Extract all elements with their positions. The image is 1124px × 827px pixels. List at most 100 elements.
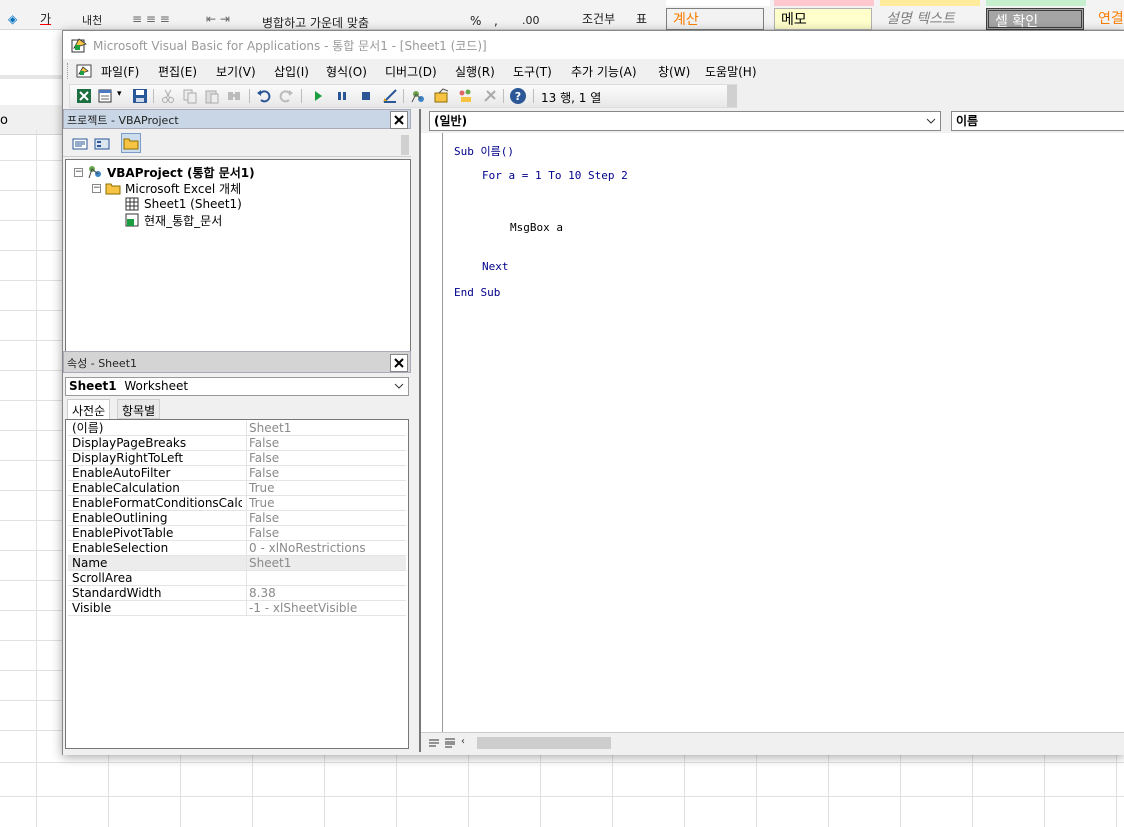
code-line[interactable]: Next [482, 260, 509, 273]
property-row[interactable]: ScrollArea [68, 571, 406, 586]
menu-run[interactable]: 실행(R) [455, 63, 495, 80]
property-row[interactable]: Name Sheet1 [68, 556, 406, 571]
procedure-combo[interactable]: 이름 [951, 111, 1124, 131]
properties-pane-header[interactable]: 속성 - Sheet1 [63, 351, 411, 373]
property-value[interactable]: Sheet1 [246, 556, 406, 571]
property-row[interactable]: DisplayRightToLeft False [68, 451, 406, 466]
insert-dropdown-icon[interactable]: ▾ [117, 89, 122, 99]
property-value[interactable]: False [246, 436, 406, 451]
property-row[interactable]: EnableCalculation True [68, 481, 406, 496]
cell-style-desc[interactable]: 설명 텍스트 [880, 8, 978, 30]
code-editor[interactable]: Sub 이름() For a = 1 To 10 Step 2 MsgBox a… [445, 133, 1124, 732]
project-explorer-icon[interactable] [409, 87, 427, 105]
format-as-table-button[interactable]: 표 [636, 10, 647, 27]
break-icon[interactable] [333, 87, 351, 105]
find-icon[interactable] [225, 87, 243, 105]
properties-window-icon[interactable] [433, 87, 451, 105]
menu-window[interactable]: 창(W) [658, 63, 690, 80]
object-selector[interactable]: Sheet1 Worksheet [65, 377, 409, 396]
save-icon[interactable] [131, 87, 149, 105]
cell-style-memo[interactable]: 메모 [774, 8, 872, 30]
close-icon[interactable] [390, 111, 408, 129]
tree-item-thisworkbook[interactable]: 현재_통합_문서 [124, 212, 222, 228]
property-value[interactable]: False [246, 511, 406, 526]
property-row[interactable]: EnableAutoFilter False [68, 466, 406, 481]
redo-icon[interactable] [277, 87, 295, 105]
code-margin[interactable] [421, 133, 443, 732]
align-icons[interactable]: ≡ ≡ ≡ [132, 12, 170, 26]
tree-item-sheet1[interactable]: Sheet1 (Sheet1) [124, 196, 242, 212]
project-pane-header[interactable]: 프로젝트 - VBAProject [63, 109, 411, 129]
menu-format[interactable]: 형식(O) [326, 63, 367, 80]
property-row[interactable]: EnableOutlining False [68, 511, 406, 526]
cell-style-calc[interactable]: 계산 [666, 8, 764, 30]
menubar-grip[interactable] [67, 63, 70, 79]
property-value[interactable]: -1 - xlSheetVisible [246, 601, 406, 616]
property-value[interactable]: True [246, 496, 406, 511]
toolbar-options-icon[interactable] [727, 85, 737, 107]
full-module-view-icon[interactable] [443, 736, 457, 750]
help-icon[interactable]: ? [509, 87, 527, 105]
property-row[interactable]: StandardWidth 8.38 [68, 586, 406, 601]
menu-view[interactable]: 보기(V) [216, 63, 256, 80]
property-row[interactable]: Visible -1 - xlSheetVisible [68, 601, 406, 616]
menu-debug[interactable]: 디버그(D) [385, 63, 437, 80]
tree-item-excel-objects[interactable]: − Microsoft Excel 개체 [92, 180, 241, 196]
paste-icon[interactable] [203, 87, 221, 105]
toolbox-icon[interactable] [481, 87, 499, 105]
code-line[interactable]: End Sub [454, 286, 500, 299]
percent-button[interactable]: % [470, 14, 481, 28]
view-code-icon[interactable] [71, 135, 89, 153]
menu-addins[interactable]: 추가 기능(A) [571, 63, 637, 80]
property-value[interactable]: False [246, 526, 406, 541]
property-row[interactable]: DisplayPageBreaks False [68, 436, 406, 451]
design-mode-icon[interactable] [381, 87, 399, 105]
reset-icon[interactable] [357, 87, 375, 105]
tree-item-vbaproject[interactable]: − VBAProject (통합 문서1) [74, 164, 255, 180]
property-value[interactable]: False [246, 451, 406, 466]
toggle-folders-icon[interactable] [121, 133, 141, 153]
cut-icon[interactable] [159, 87, 177, 105]
object-browser-icon[interactable] [457, 87, 475, 105]
menu-tools[interactable]: 도구(T) [513, 63, 552, 80]
project-toolbar-options[interactable] [401, 135, 409, 155]
code-line[interactable]: For a = 1 To 10 Step 2 [482, 169, 628, 182]
horizontal-scrollbar-thumb[interactable] [477, 737, 611, 749]
conditional-format-button[interactable]: 조건부 [582, 10, 615, 27]
menu-insert[interactable]: 삽입(I) [274, 63, 309, 80]
increase-decimal-button[interactable]: .00 [522, 14, 540, 27]
close-icon[interactable] [390, 354, 408, 372]
insert-module-icon[interactable] [97, 87, 115, 105]
run-icon[interactable] [309, 87, 327, 105]
merge-center-button[interactable]: 병합하고 가운데 맞춤 [262, 14, 369, 31]
indent-icons[interactable]: ⇤ ⇥ [206, 12, 230, 26]
view-excel-icon[interactable] [75, 87, 93, 105]
collapse-icon[interactable]: − [92, 183, 101, 193]
menu-file[interactable]: 파일(F) [101, 63, 139, 80]
procedure-view-icon[interactable] [427, 736, 441, 750]
property-value[interactable]: False [246, 466, 406, 481]
property-value[interactable] [246, 571, 406, 586]
code-line[interactable]: Sub 이름() [454, 143, 514, 159]
title-bar[interactable]: Microsoft Visual Basic for Applications … [63, 31, 1124, 59]
copy-icon[interactable] [181, 87, 199, 105]
code-line[interactable]: MsgBox a [510, 221, 563, 234]
undo-icon[interactable] [255, 87, 273, 105]
cell-style-link[interactable]: 연결 [1092, 8, 1124, 30]
property-value[interactable]: Sheet1 [246, 421, 406, 436]
tab-categorized[interactable]: 항목별 [117, 399, 161, 419]
font-color-button[interactable]: 가 [40, 10, 51, 27]
property-value[interactable]: 8.38 [246, 586, 406, 601]
view-object-icon[interactable] [93, 135, 111, 153]
menu-help[interactable]: 도움말(H) [705, 63, 757, 80]
property-value[interactable]: True [246, 481, 406, 496]
property-row[interactable]: EnableFormatConditionsCalcu True [68, 496, 406, 511]
property-row[interactable]: EnableSelection 0 - xlNoRestrictions [68, 541, 406, 556]
fill-color-icon[interactable]: ◈ [8, 12, 17, 26]
comma-button[interactable]: , [494, 14, 498, 28]
property-value[interactable]: 0 - xlNoRestrictions [246, 541, 406, 556]
object-combo[interactable]: (일반) [429, 111, 941, 131]
wrap-text-button[interactable]: 내천 [82, 12, 102, 28]
property-row[interactable]: (이름) Sheet1 [68, 421, 406, 436]
system-menu-icon[interactable] [75, 62, 93, 80]
